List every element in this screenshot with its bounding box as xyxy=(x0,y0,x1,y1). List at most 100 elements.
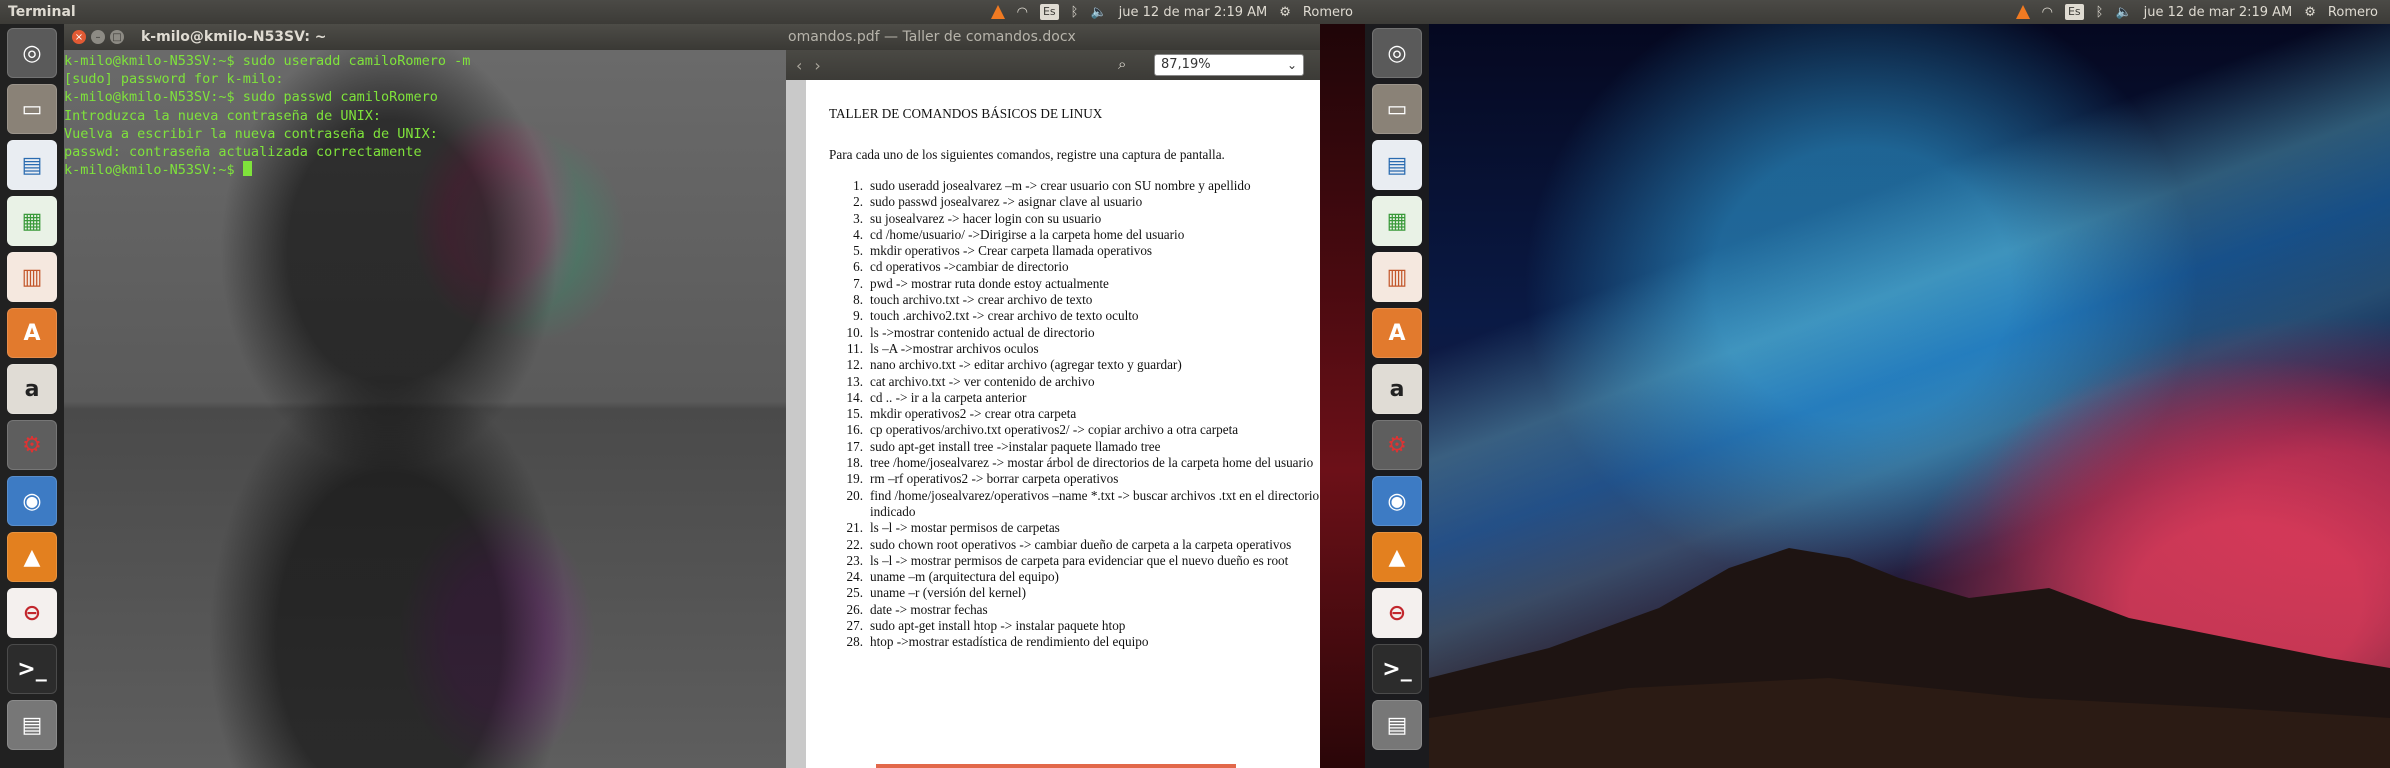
command-list-item: 11. ls –A ->mostrar archivos oculos xyxy=(829,341,1320,357)
vlc-indicator-icon[interactable] xyxy=(2015,0,2030,24)
command-number: 26. xyxy=(846,601,863,617)
command-list-item: 27. sudo apt-get install htop -> instalar… xyxy=(829,618,1320,634)
command-list-item: 9. touch .archivo2.txt -> crear archivo d… xyxy=(829,308,1320,324)
clock[interactable]: jue 12 de mar 2:19 AM xyxy=(1119,0,1268,24)
terminal-line: k-milo@kmilo-N53SV:~$ sudo useradd camil… xyxy=(64,53,471,69)
chromium-icon[interactable]: ◉ xyxy=(1372,476,1422,526)
command-text: date -> mostrar fechas xyxy=(870,601,988,617)
keyboard-layout-indicator[interactable]: Es xyxy=(1039,0,1059,24)
page-area[interactable]: TALLER DE COMANDOS BÁSICOS DE LINUX Para… xyxy=(786,80,1320,768)
amazon-icon[interactable]: a xyxy=(1372,364,1422,414)
search-icon[interactable]: ⌕ xyxy=(1118,55,1126,73)
zoom-select[interactable]: 87,19% ⌄ xyxy=(1154,54,1304,76)
command-number: 5. xyxy=(853,243,863,259)
zoom-value: 87,19% xyxy=(1161,57,1211,72)
wifi-icon[interactable]: ◠ xyxy=(1017,0,1028,24)
settings-icon[interactable]: ⚙ xyxy=(1372,420,1422,470)
ubuntu-one-icon[interactable]: ⊖ xyxy=(7,588,57,638)
volume-icon[interactable]: 🔈 xyxy=(1090,0,1106,24)
dash-home-icon[interactable]: ◎ xyxy=(1372,28,1422,78)
keyboard-layout-indicator[interactable]: Es xyxy=(2064,0,2084,24)
chevron-down-icon[interactable]: ⌄ xyxy=(1287,55,1297,75)
command-number: 14. xyxy=(846,389,863,405)
files-icon[interactable]: ▭ xyxy=(7,84,57,134)
command-list-item: 1. sudo useradd josealvarez –m -> crear u… xyxy=(829,178,1320,194)
command-text: cat archivo.txt -> ver contenido de arch… xyxy=(870,373,1095,389)
indicator-area: ◠ Es ᛒ 🔈 jue 12 de mar 2:19 AM ⚙ Romero xyxy=(990,0,1365,24)
writer-icon[interactable]: ▤ xyxy=(7,140,57,190)
command-list-item: 24. uname –m (arquitectura del equipo) xyxy=(829,569,1320,585)
terminal-titlebar[interactable]: × – □ k-milo@kmilo-N53SV: ~ xyxy=(64,24,786,50)
terminal-prompt-line[interactable]: k-milo@kmilo-N53SV:~$ xyxy=(64,161,470,179)
files-icon[interactable]: ▭ xyxy=(1372,84,1422,134)
terminal-output[interactable]: k-milo@kmilo-N53SV:~$ sudo useradd camil… xyxy=(64,50,470,179)
writer-icon[interactable]: ▤ xyxy=(1372,140,1422,190)
command-text: sudo passwd josealvarez -> asignar clave… xyxy=(870,194,1143,210)
bluetooth-icon[interactable]: ᛒ xyxy=(2096,0,2104,24)
terminal-prompt: k-milo@kmilo-N53SV:~$ xyxy=(64,162,243,179)
terminal-icon[interactable]: >_ xyxy=(1372,644,1422,694)
workspaces-icon[interactable]: ▤ xyxy=(7,700,57,750)
vlc-icon[interactable]: ▲ xyxy=(7,532,57,582)
command-number: 13. xyxy=(846,373,863,389)
right-monitor: ◠ Es ᛒ 🔈 jue 12 de mar 2:19 AM ⚙ Romero … xyxy=(1365,0,2390,768)
command-list-item: 14. cd .. -> ir a la carpeta anterior xyxy=(829,390,1320,406)
command-number: 28. xyxy=(846,634,863,650)
chromium-icon[interactable]: ◉ xyxy=(7,476,57,526)
command-number: 7. xyxy=(853,275,863,291)
command-number: 17. xyxy=(846,438,863,454)
software-center-icon[interactable]: A xyxy=(1372,308,1422,358)
terminal-line: k-milo@kmilo-N53SV:~$ sudo passwd camilo… xyxy=(64,89,438,106)
command-number: 22. xyxy=(846,536,863,552)
command-text: sudo chown root operativos -> cambiar du… xyxy=(870,536,1292,552)
terminal-icon[interactable]: >_ xyxy=(7,644,57,694)
clock[interactable]: jue 12 de mar 2:19 AM xyxy=(2144,0,2293,24)
wifi-icon[interactable]: ◠ xyxy=(2042,0,2053,24)
command-list-item: 8. touch archivo.txt -> crear archivo de … xyxy=(829,292,1320,308)
settings-icon[interactable]: ⚙ xyxy=(7,420,57,470)
workspaces-icon[interactable]: ▤ xyxy=(1372,700,1422,750)
command-number: 4. xyxy=(853,226,863,242)
command-text: find /home/josealvarez/operativos –name … xyxy=(870,487,1320,519)
command-number: 6. xyxy=(853,259,863,275)
command-text: touch archivo.txt -> crear archivo de te… xyxy=(870,292,1093,308)
vlc-icon[interactable]: ▲ xyxy=(1372,532,1422,582)
calc-icon[interactable]: ▦ xyxy=(7,196,57,246)
impress-icon[interactable]: ▥ xyxy=(7,252,57,302)
command-list-item: 20. find /home/josealvarez/operativos –na… xyxy=(829,488,1320,521)
amazon-icon[interactable]: a xyxy=(7,364,57,414)
terminal-window[interactable]: × – □ k-milo@kmilo-N53SV: ~ k-milo@kmilo… xyxy=(64,24,786,768)
ubuntu-one-icon[interactable]: ⊖ xyxy=(1372,588,1422,638)
minimize-icon[interactable]: – xyxy=(91,30,105,44)
command-list-item: 5. mkdir operativos -> Crear carpeta llam… xyxy=(829,243,1320,259)
command-list-item: 13. cat archivo.txt -> ver contenido de a… xyxy=(829,374,1320,390)
software-center-icon[interactable]: A xyxy=(7,308,57,358)
impress-icon[interactable]: ▥ xyxy=(1372,252,1422,302)
top-panel-right: ◠ Es ᛒ 🔈 jue 12 de mar 2:19 AM ⚙ Romero xyxy=(1365,0,2390,24)
close-icon[interactable]: × xyxy=(72,30,86,44)
dash-home-icon[interactable]: ◎ xyxy=(7,28,57,78)
volume-icon[interactable]: 🔈 xyxy=(2115,0,2131,24)
command-list-item: 22. sudo chown root operativos -> cambiar… xyxy=(829,537,1320,553)
viewer-toolbar: ‹ › ⌕ 87,19% ⌄ xyxy=(786,50,1320,80)
user-name[interactable]: Romero xyxy=(2328,0,2378,24)
app-menu-title[interactable]: Terminal xyxy=(0,4,76,20)
command-text: ls –l -> mostrar permisos de carpeta par… xyxy=(870,552,1289,568)
bluetooth-icon[interactable]: ᛒ xyxy=(1071,0,1079,24)
next-page-icon[interactable]: › xyxy=(814,56,820,75)
user-name[interactable]: Romero xyxy=(1303,0,1353,24)
previous-page-icon[interactable]: ‹ xyxy=(796,56,802,75)
viewer-title: omandos.pdf — Taller de comandos.docx xyxy=(786,24,1320,50)
document-page: TALLER DE COMANDOS BÁSICOS DE LINUX Para… xyxy=(806,80,1320,768)
command-number: 15. xyxy=(846,406,863,422)
calc-icon[interactable]: ▦ xyxy=(1372,196,1422,246)
document-viewer-window[interactable]: omandos.pdf — Taller de comandos.docx ‹ … xyxy=(786,24,1320,768)
command-list-item: 25. uname –r (versión del kernel) xyxy=(829,585,1320,601)
command-number: 25. xyxy=(846,585,863,601)
command-text: ls –A ->mostrar archivos oculos xyxy=(870,340,1039,356)
terminal-line: passwd: contraseña actualizada correctam… xyxy=(64,143,422,160)
session-gear-icon[interactable]: ⚙ xyxy=(1279,0,1291,24)
maximize-icon[interactable]: □ xyxy=(110,30,124,44)
vlc-indicator-icon[interactable] xyxy=(990,0,1005,24)
session-gear-icon[interactable]: ⚙ xyxy=(2304,0,2316,24)
